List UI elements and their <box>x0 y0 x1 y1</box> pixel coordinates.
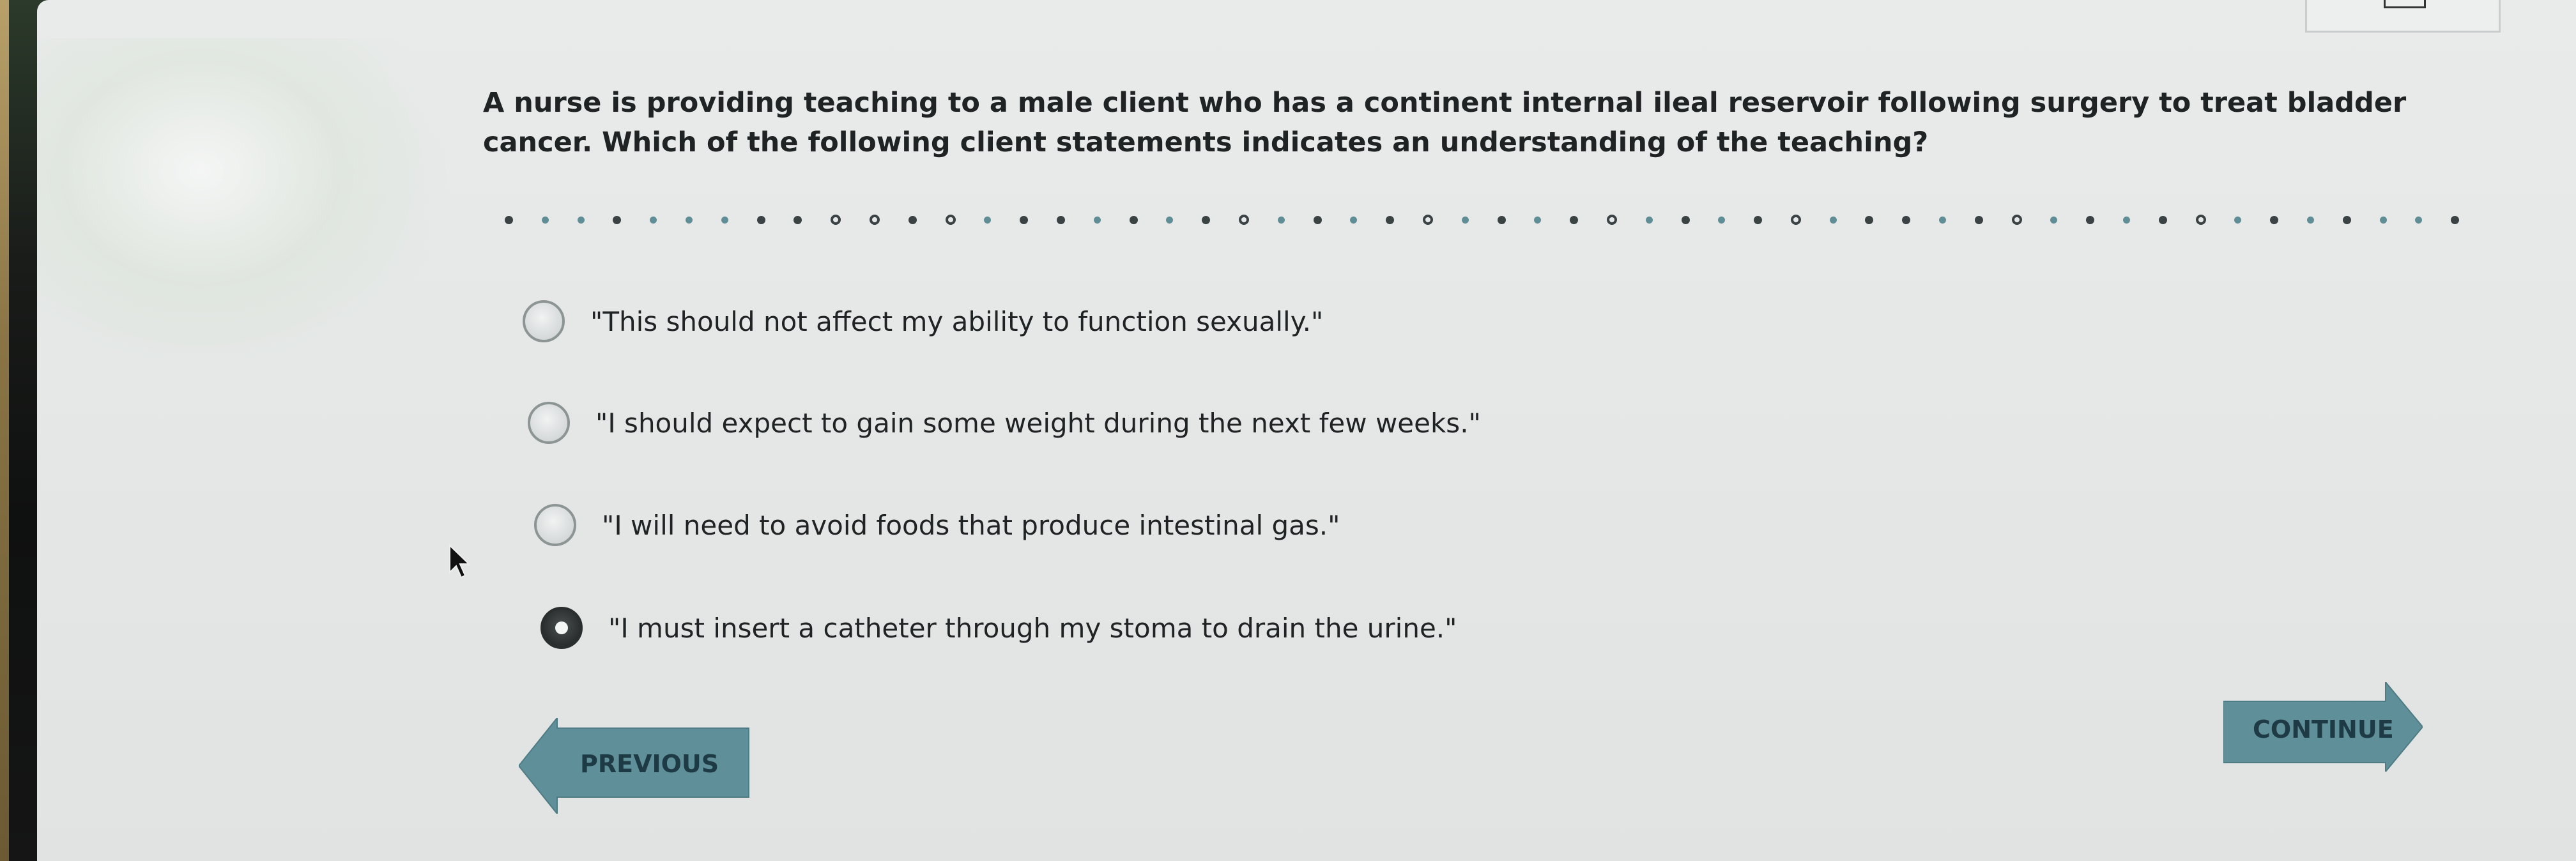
divider-dot <box>1790 215 1801 225</box>
divider-dot <box>1865 215 1874 224</box>
radio-button-icon[interactable] <box>540 607 583 649</box>
divider-dot <box>1093 216 1101 224</box>
divider-dot <box>1534 216 1542 224</box>
top-widget-icon <box>2384 0 2426 8</box>
divider-dot <box>2123 216 2131 224</box>
continue-button[interactable]: CONTINUE <box>2223 682 2423 772</box>
answer-option-label: "I will need to avoid foods that produce… <box>602 509 1340 541</box>
divider-dot <box>2011 215 2022 225</box>
divider-dot <box>1422 215 1433 225</box>
divider-dot <box>984 216 992 224</box>
divider-dot <box>1350 216 1358 224</box>
divider-dot <box>1238 215 1249 225</box>
answer-option-2[interactable]: "I should expect to gain some weight dur… <box>528 402 1481 444</box>
divider-dot <box>1020 215 1029 224</box>
previous-button[interactable]: PREVIOUS <box>519 718 750 814</box>
divider-dot <box>541 216 549 224</box>
divider-dot <box>2451 215 2460 224</box>
radio-selected-dot <box>555 621 568 634</box>
question-text: A nurse is providing teaching to a male … <box>483 87 2407 158</box>
divider-dot <box>1166 216 1174 224</box>
divider-dot <box>1754 215 1763 224</box>
divider-dot <box>2195 215 2206 225</box>
divider-dot <box>756 215 765 224</box>
divider-dot <box>1497 215 1506 224</box>
answer-option-3[interactable]: "I will need to avoid foods that produce… <box>534 504 1340 546</box>
divider-dot <box>2050 216 2058 224</box>
divider-dot <box>2234 216 2242 224</box>
divider-dot <box>831 215 841 225</box>
dotted-divider <box>505 212 2460 227</box>
divider-dot <box>613 215 622 224</box>
answer-option-label: "I must insert a catheter through my sto… <box>608 612 1457 644</box>
answer-option-label: "I should expect to gain some weight dur… <box>595 407 1481 439</box>
divider-dot <box>1974 215 1983 224</box>
answer-option-4[interactable]: "I must insert a catheter through my sto… <box>540 607 1457 649</box>
divider-dot <box>721 216 728 224</box>
divider-dot <box>869 215 880 225</box>
divider-dot <box>1277 216 1285 224</box>
divider-dot <box>2270 215 2279 224</box>
radio-button-icon[interactable] <box>534 504 576 546</box>
divider-dot <box>2342 215 2351 224</box>
divider-dot <box>793 215 802 224</box>
monitor-edge <box>0 0 9 861</box>
divider-dot <box>2307 216 2315 224</box>
divider-dot <box>1386 215 1395 224</box>
divider-dot <box>2415 216 2423 224</box>
divider-dot <box>1129 215 1138 224</box>
divider-dot <box>1570 215 1579 224</box>
divider-dot <box>1939 216 1947 224</box>
radio-button-icon[interactable] <box>523 300 565 342</box>
answer-option-1[interactable]: "This should not affect my ability to fu… <box>523 300 1323 342</box>
divider-dot <box>2379 216 2387 224</box>
divider-dot <box>1056 215 1065 224</box>
divider-dot <box>2158 215 2167 224</box>
divider-dot <box>505 215 513 224</box>
divider-dot <box>1681 215 1690 224</box>
top-toolbar-widget[interactable] <box>2305 0 2501 33</box>
previous-button-label: PREVIOUS <box>580 750 719 778</box>
answer-option-label: "This should not affect my ability to fu… <box>590 305 1324 337</box>
divider-dot <box>577 216 585 224</box>
divider-dot <box>650 216 657 224</box>
divider-dot <box>945 215 956 225</box>
divider-dot <box>1313 215 1322 224</box>
mouse-pointer-icon <box>449 544 471 579</box>
divider-dot <box>1645 216 1653 224</box>
divider-dot <box>1829 216 1837 224</box>
divider-dot <box>2086 215 2095 224</box>
divider-dot <box>1902 215 1911 224</box>
divider-dot <box>1461 216 1469 224</box>
divider-dot <box>908 215 917 224</box>
continue-button-label: CONTINUE <box>2253 715 2394 743</box>
radio-button-icon[interactable] <box>528 402 570 444</box>
divider-dot <box>685 216 693 224</box>
divider-dot <box>1606 215 1617 225</box>
divider-dot <box>1718 216 1726 224</box>
divider-dot <box>1202 215 1211 224</box>
